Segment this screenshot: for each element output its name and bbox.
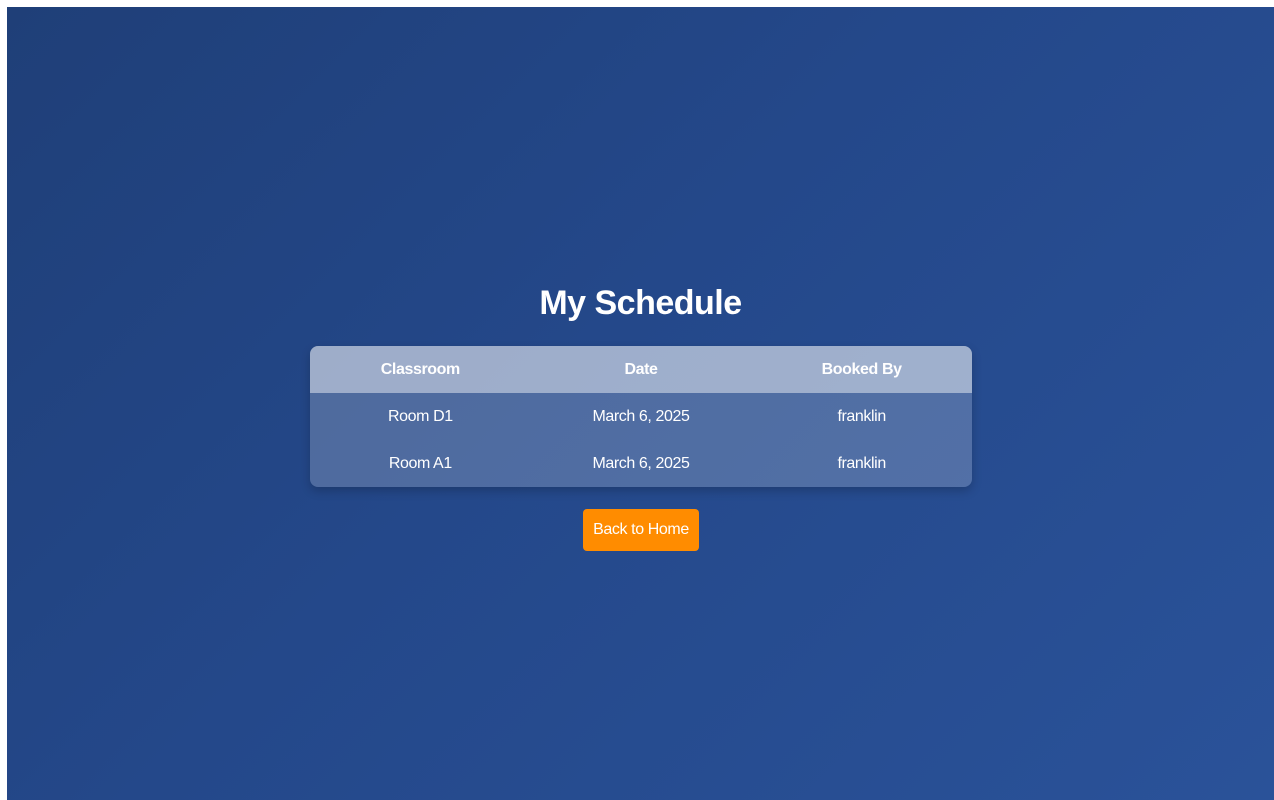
cell-classroom: Room D1 xyxy=(387,407,453,425)
table-row: Room D1 March 6, 2025 franklin xyxy=(310,393,972,440)
schedule-container: My Schedule Classroom Date Booked By Roo… xyxy=(7,7,1274,800)
schedule-table-card: Classroom Date Booked By Room D1 March 6… xyxy=(310,346,972,487)
cell-date: March 6, 2025 xyxy=(592,454,690,472)
column-header-date: Date xyxy=(624,360,658,378)
cell-date: March 6, 2025 xyxy=(592,407,690,425)
table-row: Room A1 March 6, 2025 franklin xyxy=(310,440,972,487)
column-header-classroom: Classroom xyxy=(380,360,461,378)
column-header-booked-by: Booked By xyxy=(821,360,902,378)
table-header-row: Classroom Date Booked By xyxy=(310,346,972,393)
page-title: My Schedule xyxy=(539,284,742,322)
cell-booked-by: franklin xyxy=(837,454,886,472)
cell-booked-by: franklin xyxy=(837,407,886,425)
schedule-table: Classroom Date Booked By Room D1 March 6… xyxy=(310,346,972,487)
table-header: Classroom Date Booked By xyxy=(310,346,972,393)
cell-classroom: Room A1 xyxy=(388,454,452,472)
page-background: My Schedule Classroom Date Booked By Roo… xyxy=(7,7,1274,800)
back-to-home-button[interactable]: Back to Home xyxy=(583,509,699,551)
table-body: Room D1 March 6, 2025 franklin Room A1 M… xyxy=(310,393,972,487)
